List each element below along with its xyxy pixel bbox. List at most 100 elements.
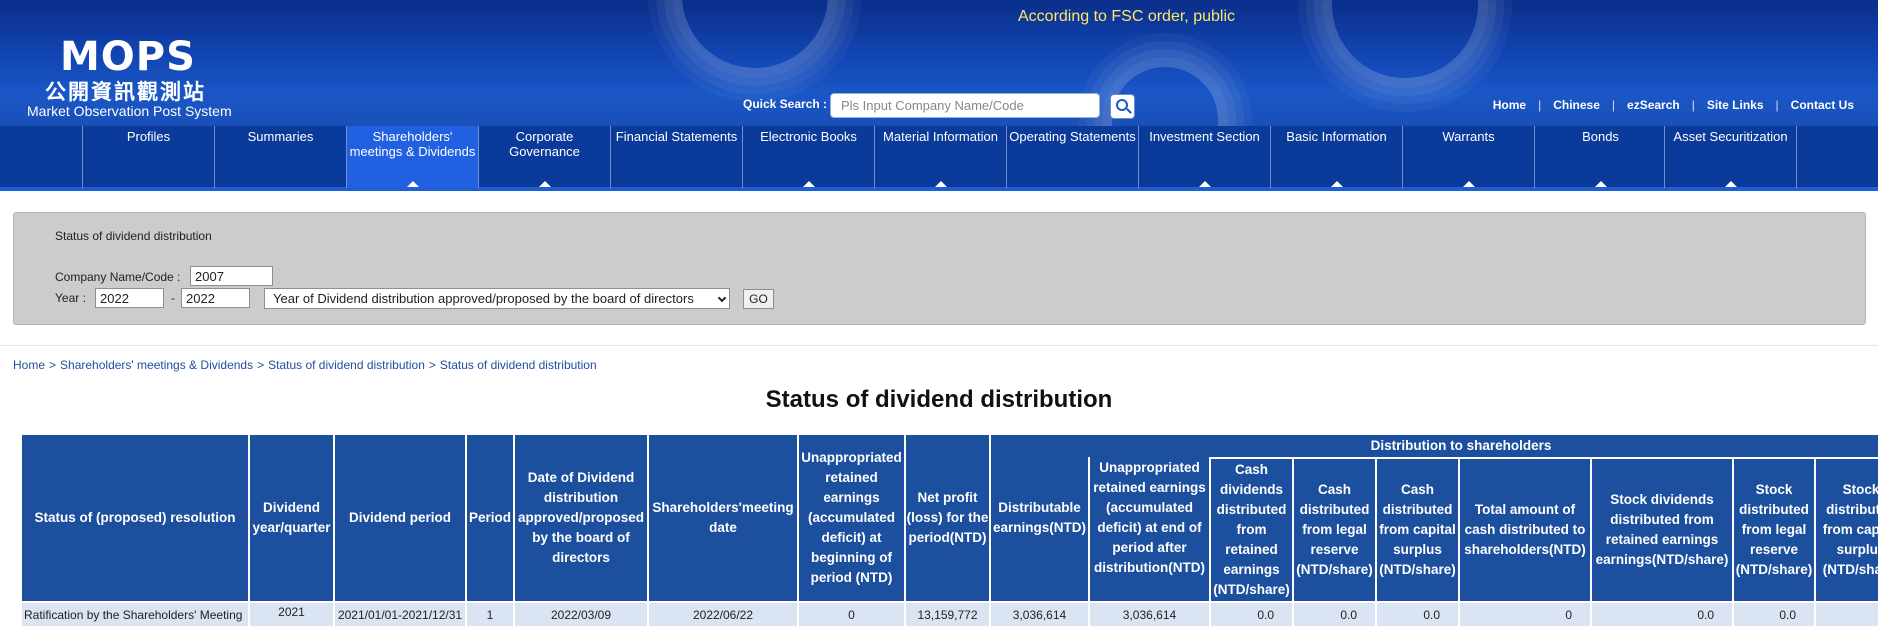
nav-item-corporate-governance[interactable]: Corporate Governance [478,126,610,188]
nav-item-label: Bonds [1582,129,1619,144]
table-column-header: Dividend period [335,435,465,601]
table-cell: Ratification by the Shareholders' Meetin… [22,603,248,626]
nav-item-label: Financial Statements [615,129,738,144]
table-cell: 0.0 [1294,603,1375,626]
dropdown-arrow-icon [1199,181,1211,187]
nav-item-label: Investment Section [1149,129,1260,144]
logo-subtitle: Market Observation Post System [27,103,232,119]
nav-item-label: Shareholders' meetings & Dividends [349,129,476,159]
year-type-select[interactable]: Year of Dividend distribution approved/p… [264,288,730,309]
page-title: Status of dividend distribution [765,386,1113,413]
breadcrumb-item[interactable]: Status of dividend distribution [268,358,425,372]
nav-item-material-information[interactable]: Material Information [874,126,1006,188]
table-column-header: Cash dividends distributed from retained… [1211,459,1292,601]
dropdown-arrow-icon [935,181,947,187]
table-column-header: Stock distributed from legal reserve (NT… [1734,459,1814,601]
year-label: Year : [55,291,86,305]
fsc-notice: According to FSC order, public [1018,8,1235,25]
dropdown-arrow-icon [1463,181,1475,187]
table-column-header: Unappropriated retained earnings (accumu… [1090,435,1209,601]
logo-text[interactable]: MOPS [60,34,196,80]
top-link-home[interactable]: Home [1493,98,1526,112]
breadcrumb-item[interactable]: Shareholders' meetings & Dividends [60,358,253,372]
table-cell: 0.0 [1592,603,1732,626]
table-cell: 2021/01/01-2021/12/31 [335,603,465,626]
nav-item-asset-securitization[interactable]: Asset Securitization [1664,126,1796,188]
top-link-ezsearch[interactable]: ezSearch [1627,98,1680,112]
nav-item-label: Basic Information [1286,129,1387,144]
table-column-header: Total amount of cash distributed to shar… [1460,459,1590,601]
dropdown-arrow-icon [539,181,551,187]
table-column-header: Cash distributed from legal reserve (NTD… [1294,459,1375,601]
nav-item-label: Operating Statements [1009,129,1136,144]
table-cell: 3,036,614 [991,603,1088,626]
nav-item-label: Electronic Books [760,129,857,144]
search-panel: Status of dividend distribution Company … [13,212,1866,325]
nav-end-divider [1796,126,1797,188]
table-column-header: Unappropriated retained earnings (accumu… [799,435,904,601]
table-cell: 0 [1460,603,1590,626]
year-type-selected-value: Year of Dividend distribution approved/p… [273,291,694,306]
nav-item-label: Material Information [883,129,998,144]
table-column-header: Distributable earnings(NTD) [991,435,1088,601]
table-cell: 0.0 [1211,603,1292,626]
nav-item-basic-information[interactable]: Basic Information [1270,126,1402,188]
dropdown-arrow-icon [1595,181,1607,187]
quick-search-button[interactable] [1110,94,1135,119]
nav-item-financial-statements[interactable]: Financial Statements [610,126,742,188]
table-cell: 2022/06/22 [649,603,797,626]
year-to-input[interactable] [181,288,250,308]
breadcrumb: Home > Shareholders' meetings & Dividends >… [13,358,597,372]
table-column-header: Shareholders'meeting date [649,435,797,601]
nav-item-investment-section[interactable]: Investment Section [1138,126,1270,188]
year-from-input[interactable] [95,288,164,308]
dropdown-arrow-icon [1725,181,1737,187]
table-column-header: Date of Dividend distribution approved/p… [515,435,647,601]
table-column-header: Period [467,435,513,601]
logo-chinese-text[interactable]: 公開資訊觀測站 [45,76,206,106]
table-cell: 2021 [250,603,333,626]
nav-item-operating-statements[interactable]: Operating Statements [1006,126,1138,188]
table-cell: 13,159,772 [906,603,989,626]
table-cell: 0 [799,603,904,626]
dropdown-arrow-icon [1331,181,1343,187]
table-cell: 0.0 [1377,603,1458,626]
top-links: Home | Chinese | ezSearch | Site Links |… [1492,98,1854,112]
nav-item-profiles[interactable]: Profiles [82,126,214,188]
nav-item-label: Corporate Governance [509,129,580,159]
section-divider [0,345,1878,346]
go-button[interactable]: GO [743,289,774,309]
nav-item-summaries[interactable]: Summaries [214,126,346,188]
table-column-header: Stock dividends distributed from retaine… [1592,459,1732,601]
table-cell: 3,036,614 [1090,603,1209,626]
top-link-contact-us[interactable]: Contact Us [1791,98,1854,112]
nav-item-label: Asset Securitization [1673,129,1788,144]
nav-item-warrants[interactable]: Warrants [1402,126,1534,188]
dropdown-arrow-icon [803,181,815,187]
quick-search-label: Quick Search : [743,97,828,111]
nav-item-electronic-books[interactable]: Electronic Books [742,126,874,188]
search-panel-title: Status of dividend distribution [55,229,212,243]
breadcrumb-item[interactable]: Status of dividend distribution [440,358,597,372]
table-column-header: Stock distributed from capital surplus (… [1816,459,1878,601]
top-link-chinese[interactable]: Chinese [1553,98,1600,112]
nav-item-bonds[interactable]: Bonds [1534,126,1666,188]
table-column-header: Dividend year/quarter [250,435,333,601]
dropdown-arrow-icon [407,181,419,187]
site-header: MOPS 公開資訊觀測站 Market Observation Post Sys… [0,0,1878,126]
quick-search-input[interactable] [830,93,1100,118]
table-cell: 0.0 [1734,603,1814,626]
dividend-table: Distribution to shareholders Status of (… [22,435,1878,626]
chevron-down-icon [717,293,727,303]
company-code-input[interactable] [190,266,273,286]
nav-item-label: Profiles [126,129,171,144]
breadcrumb-item[interactable]: Home [13,358,45,372]
nav-item-label: Warrants [1442,129,1495,144]
nav-item-label: Summaries [247,129,314,144]
table-cell: 2022/03/09 [515,603,647,626]
table-column-header: Status of (proposed) resolution [22,435,248,601]
table-cell: 1 [467,603,513,626]
nav-item-shareholders-meetings[interactable]: Shareholders' meetings & Dividends [346,126,478,188]
decorative-swirl [680,0,830,70]
top-link-site-links[interactable]: Site Links [1707,98,1764,112]
